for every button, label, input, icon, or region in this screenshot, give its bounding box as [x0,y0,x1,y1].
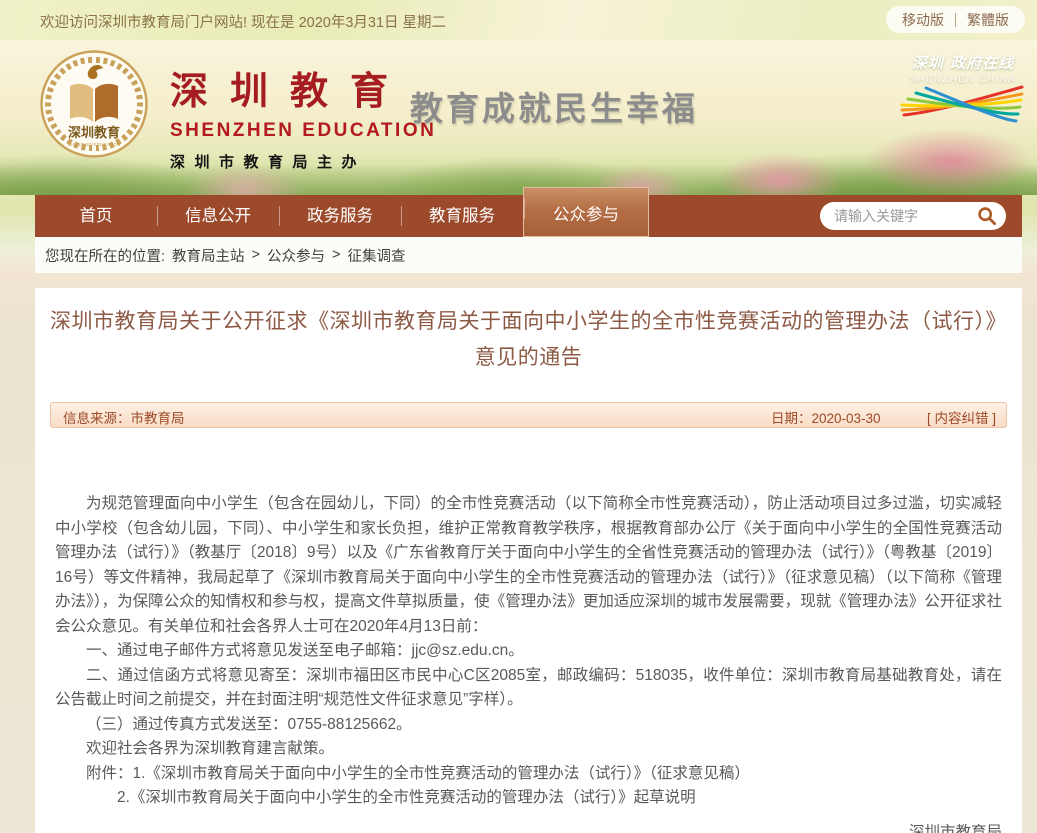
search-input[interactable] [834,208,974,224]
search-icon [977,206,997,226]
gov-online-logo: 深圳 政府在线 SHENZHEN CHINA [897,52,1029,130]
main-navigation: 首页 信息公开 政务服务 教育服务 公众参与 [35,195,1022,237]
brand-title-en: SHENZHEN EDUCATION [170,120,436,142]
header-banner: 深圳教育 SHENZHEN EDUCATION 深圳教育 SHENZHEN ED… [0,40,1037,195]
signature-name: 深圳市教育局 [35,819,1002,833]
svg-text:深圳教育: 深圳教育 [68,125,120,141]
search-button[interactable] [974,204,1000,228]
top-utility-bar: 欢迎访问深圳市教育局门户网站! 现在是 2020年3月31日 星期二 移动版 繁… [0,0,1037,40]
article-panel: 深圳市教育局关于公开征求《深圳市教育局关于面向中小学生的全市性竞赛活动的管理办法… [35,288,1022,833]
content-correction-link[interactable]: [ 内容纠错 ] [927,407,996,427]
breadcrumb-prefix: 您现在所在的位置: [45,245,165,266]
search-box [820,202,1006,230]
nav-item-education-services[interactable]: 教育服务 [401,195,523,237]
breadcrumb-link-survey[interactable]: 征集调查 [347,245,405,266]
paragraph: 二、通过信函方式将意见寄至：深圳市福田区市民中心C区2085室，邮政编码：518… [55,664,1002,713]
breadcrumb-link-main-site[interactable]: 教育局主站 [172,245,245,266]
nav-item-public-participation[interactable]: 公众参与 [523,187,649,237]
gov-logo-cn: 深圳 政府在线 [897,52,1029,73]
paragraph: （三）通过传真方式发送至：0755-88125662。 [55,713,1002,738]
paragraph: 欢迎社会各界为深圳教育建言献策。 [55,737,1002,762]
attachment-line-1: 附件：1.《深圳市教育局关于面向中小学生的全市性竞赛活动的管理办法（试行）》（征… [55,762,1002,787]
language-switcher: 移动版 繁體版 [886,6,1025,33]
article-body: 为规范管理面向中小学生（包含在园幼儿，下同）的全市性竞赛活动（以下简称全市性竞赛… [55,492,1002,811]
article-meta-bar: 信息来源：市教育局 日期：2020-03-30 [ 内容纠错 ] [50,402,1007,428]
paragraph: 为规范管理面向中小学生（包含在园幼儿，下同）的全市性竞赛活动（以下简称全市性竞赛… [55,492,1002,639]
brand-title-cn: 深圳教育 [170,60,436,115]
page-title: 深圳市教育局关于公开征求《深圳市教育局关于面向中小学生的全市性竞赛活动的管理办法… [41,304,1016,376]
site-brand: 深圳教育 SHENZHEN EDUCATION 深圳市教育局主办 [170,60,436,172]
svg-text:SHENZHEN EDUCATION: SHENZHEN EDUCATION [68,142,120,147]
page: 欢迎访问深圳市教育局门户网站! 现在是 2020年3月31日 星期二 移动版 繁… [0,0,1037,833]
gov-logo-en: SHENZHEN CHINA [897,74,1029,85]
nav-item-home[interactable]: 首页 [35,195,157,237]
signature-block: 深圳市教育局 2020年3月30日 [35,819,1002,833]
welcome-text: 欢迎访问深圳市教育局门户网站! 现在是 2020年3月31日 星期二 [40,11,446,32]
attachment-line-2: 2.《深圳市教育局关于面向中小学生的全市性竞赛活动的管理办法（试行）》起草说明 [55,786,1002,811]
mobile-version-link[interactable]: 移动版 [902,10,944,30]
brand-host-line: 深圳市教育局主办 [170,151,436,172]
breadcrumb-separator: > [332,247,340,263]
banner-slogan: 教育成就民生幸福 [410,82,698,130]
rainbow-bird-icon [900,85,1026,125]
shenzhen-education-emblem-icon: 深圳教育 SHENZHEN EDUCATION [38,48,150,160]
breadcrumb: 您现在所在的位置: 教育局主站 > 公众参与 > 征集调查 [35,237,1022,273]
divider [955,13,956,27]
traditional-chinese-link[interactable]: 繁體版 [967,10,1009,30]
breadcrumb-separator: > [252,247,260,263]
date-label: 日期：2020-03-30 [771,407,881,427]
nav-item-info-disclosure[interactable]: 信息公开 [157,195,279,237]
breadcrumb-link-public-participation[interactable]: 公众参与 [267,245,325,266]
source-label: 信息来源：市教育局 [63,407,185,427]
paragraph: 一、通过电子邮件方式将意见发送至电子邮箱：jjc@sz.edu.cn。 [55,639,1002,664]
nav-item-gov-services[interactable]: 政务服务 [279,195,401,237]
